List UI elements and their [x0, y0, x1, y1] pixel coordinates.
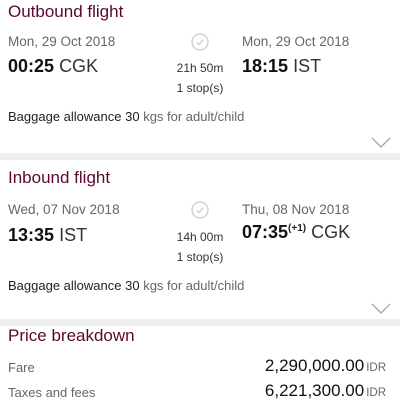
taxes-amount-value: 6,221,300.00 [264, 381, 365, 400]
taxes-currency: IDR [366, 387, 386, 399]
outbound-arrive-code: IST [293, 56, 322, 76]
fare-amount-value: 2,290,000.00 [264, 356, 365, 375]
inbound-arrive-time: 07:35(+1) CGK [242, 222, 350, 243]
inbound-arrive-time-value: 07:35 [242, 222, 289, 242]
inbound-baggage-suffix: kgs for adult/child [143, 278, 245, 293]
inbound-duration: 14h 00m [176, 230, 224, 244]
outbound-flight-card[interactable]: Outbound flight Mon, 29 Oct 2018 Mon, 29… [0, 0, 400, 153]
chevron-down-icon[interactable] [371, 303, 391, 315]
inbound-baggage: Baggage allowance 30 kgs for adult/child [8, 278, 244, 293]
outbound-arrive-date: Mon, 29 Oct 2018 [242, 34, 350, 49]
inbound-arrive-code: CGK [311, 222, 351, 242]
outbound-stops: 1 stop(s) [176, 81, 224, 95]
price-breakdown: Price breakdown Fare 2,290,000.00 IDR Tax… [0, 326, 400, 400]
outbound-baggage: Baggage allowance 30 kgs for adult/child [8, 109, 244, 124]
outbound-arrive-time: 18:15 IST [242, 56, 321, 77]
section-divider [0, 153, 400, 160]
taxes-amount: 6,221,300.00 IDR [265, 381, 386, 401]
inbound-title: Inbound flight [8, 168, 111, 187]
outbound-baggage-prefix: Baggage allowance 30 [8, 109, 140, 124]
fare-label: Fare [8, 360, 35, 375]
inbound-baggage-prefix: Baggage allowance 30 [8, 278, 140, 293]
inbound-depart-time: 13:35 IST [8, 225, 87, 246]
inbound-depart-code: IST [59, 225, 88, 245]
inbound-arrive-date: Thu, 08 Nov 2018 [242, 202, 350, 217]
inbound-flight-card[interactable]: Inbound flight Wed, 07 Nov 2018 Thu, 08 … [0, 160, 400, 319]
outbound-baggage-suffix: kgs for adult/child [143, 109, 245, 124]
section-divider [0, 319, 400, 326]
clock-icon [191, 33, 209, 51]
fare-currency: IDR [366, 362, 386, 374]
taxes-label: Taxes and fees [8, 385, 96, 400]
inbound-depart-time-value: 13:35 [8, 225, 55, 245]
outbound-depart-time-value: 00:25 [8, 56, 55, 76]
price-breakdown-title: Price breakdown [8, 326, 135, 345]
fare-amount: 2,290,000.00 IDR [265, 356, 386, 376]
outbound-arrive-time-value: 18:15 [242, 56, 289, 76]
outbound-depart-date: Mon, 29 Oct 2018 [8, 34, 116, 49]
outbound-depart-code: CGK [59, 56, 99, 76]
outbound-depart-time: 00:25 CGK [8, 56, 98, 77]
inbound-depart-date: Wed, 07 Nov 2018 [8, 202, 120, 217]
inbound-arrive-offset: (+1) [288, 223, 307, 234]
chevron-down-icon[interactable] [371, 137, 391, 149]
clock-icon [191, 201, 209, 219]
outbound-title: Outbound flight [8, 2, 124, 21]
inbound-stops: 1 stop(s) [176, 250, 224, 264]
outbound-duration: 21h 50m [176, 61, 224, 75]
